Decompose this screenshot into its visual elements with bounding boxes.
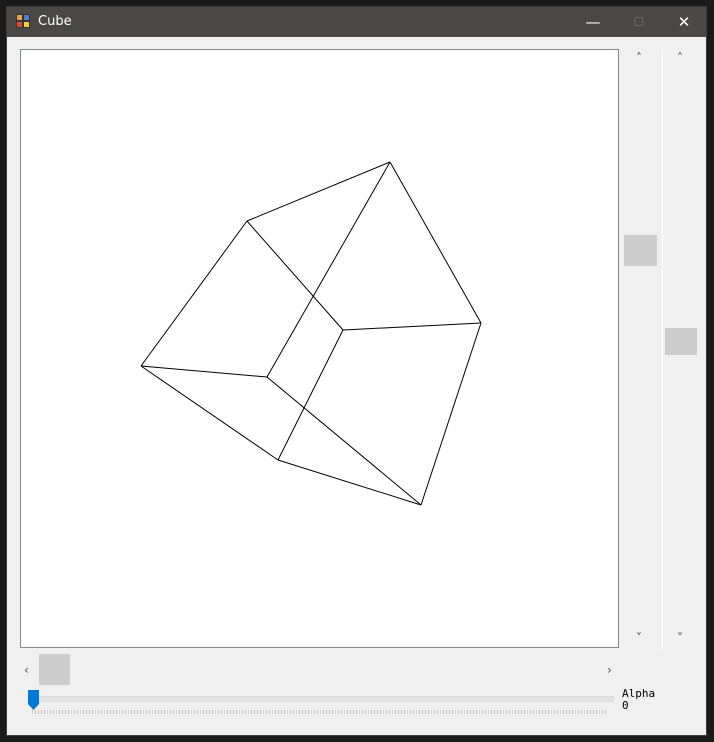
title-bar[interactable]: Cube — ☐ ✕ bbox=[7, 7, 706, 37]
scroll-thumb[interactable] bbox=[39, 654, 70, 685]
scroll-right-arrow-icon[interactable]: › bbox=[607, 663, 612, 677]
alpha-slider-ticks bbox=[32, 710, 608, 714]
alpha-label: Alpha 0 bbox=[622, 688, 655, 712]
scroll-left-arrow-icon[interactable]: ‹ bbox=[24, 663, 29, 677]
cube-edge bbox=[389, 161, 482, 324]
cube-canvas[interactable] bbox=[20, 49, 619, 648]
alpha-slider-track[interactable] bbox=[28, 696, 614, 702]
vertical-scrollbar-2[interactable]: ˄ ˅ bbox=[663, 49, 697, 649]
scroll-up-arrow-icon[interactable]: ˄ bbox=[622, 51, 656, 65]
cube-edge bbox=[277, 329, 344, 461]
scroll-down-arrow-icon[interactable]: ˅ bbox=[663, 631, 697, 645]
window-title: Cube bbox=[38, 14, 72, 29]
cube-edge bbox=[246, 161, 391, 222]
scroll-thumb[interactable] bbox=[665, 328, 697, 355]
cube-edge bbox=[140, 365, 279, 461]
cube-edge bbox=[140, 220, 248, 367]
maximize-button[interactable]: ☐ bbox=[616, 7, 662, 37]
minimize-button[interactable]: — bbox=[570, 7, 616, 37]
cube-edge bbox=[266, 376, 422, 506]
horizontal-scrollbar[interactable]: ‹ › bbox=[20, 653, 620, 687]
cube-wireframe bbox=[140, 161, 482, 506]
cube-edge bbox=[246, 220, 344, 331]
cube-edge bbox=[140, 365, 268, 378]
alpha-value: 0 bbox=[622, 699, 629, 712]
scroll-thumb[interactable] bbox=[624, 235, 657, 266]
vertical-scrollbar-1[interactable]: ˄ ˅ bbox=[622, 49, 657, 649]
app-window: Cube — ☐ ✕ ˄ ˅ ˄ ˅ ‹ › Alpha 0 bbox=[6, 6, 707, 736]
close-button[interactable]: ✕ bbox=[661, 7, 707, 37]
cube-edge bbox=[342, 322, 482, 331]
cube-edge bbox=[420, 322, 482, 506]
scroll-down-arrow-icon[interactable]: ˅ bbox=[622, 631, 656, 645]
alpha-slider-thumb[interactable] bbox=[28, 690, 39, 710]
cube-edge bbox=[277, 459, 422, 506]
cube-edge bbox=[266, 161, 391, 378]
scroll-up-arrow-icon[interactable]: ˄ bbox=[663, 51, 697, 65]
app-icon bbox=[16, 14, 30, 28]
